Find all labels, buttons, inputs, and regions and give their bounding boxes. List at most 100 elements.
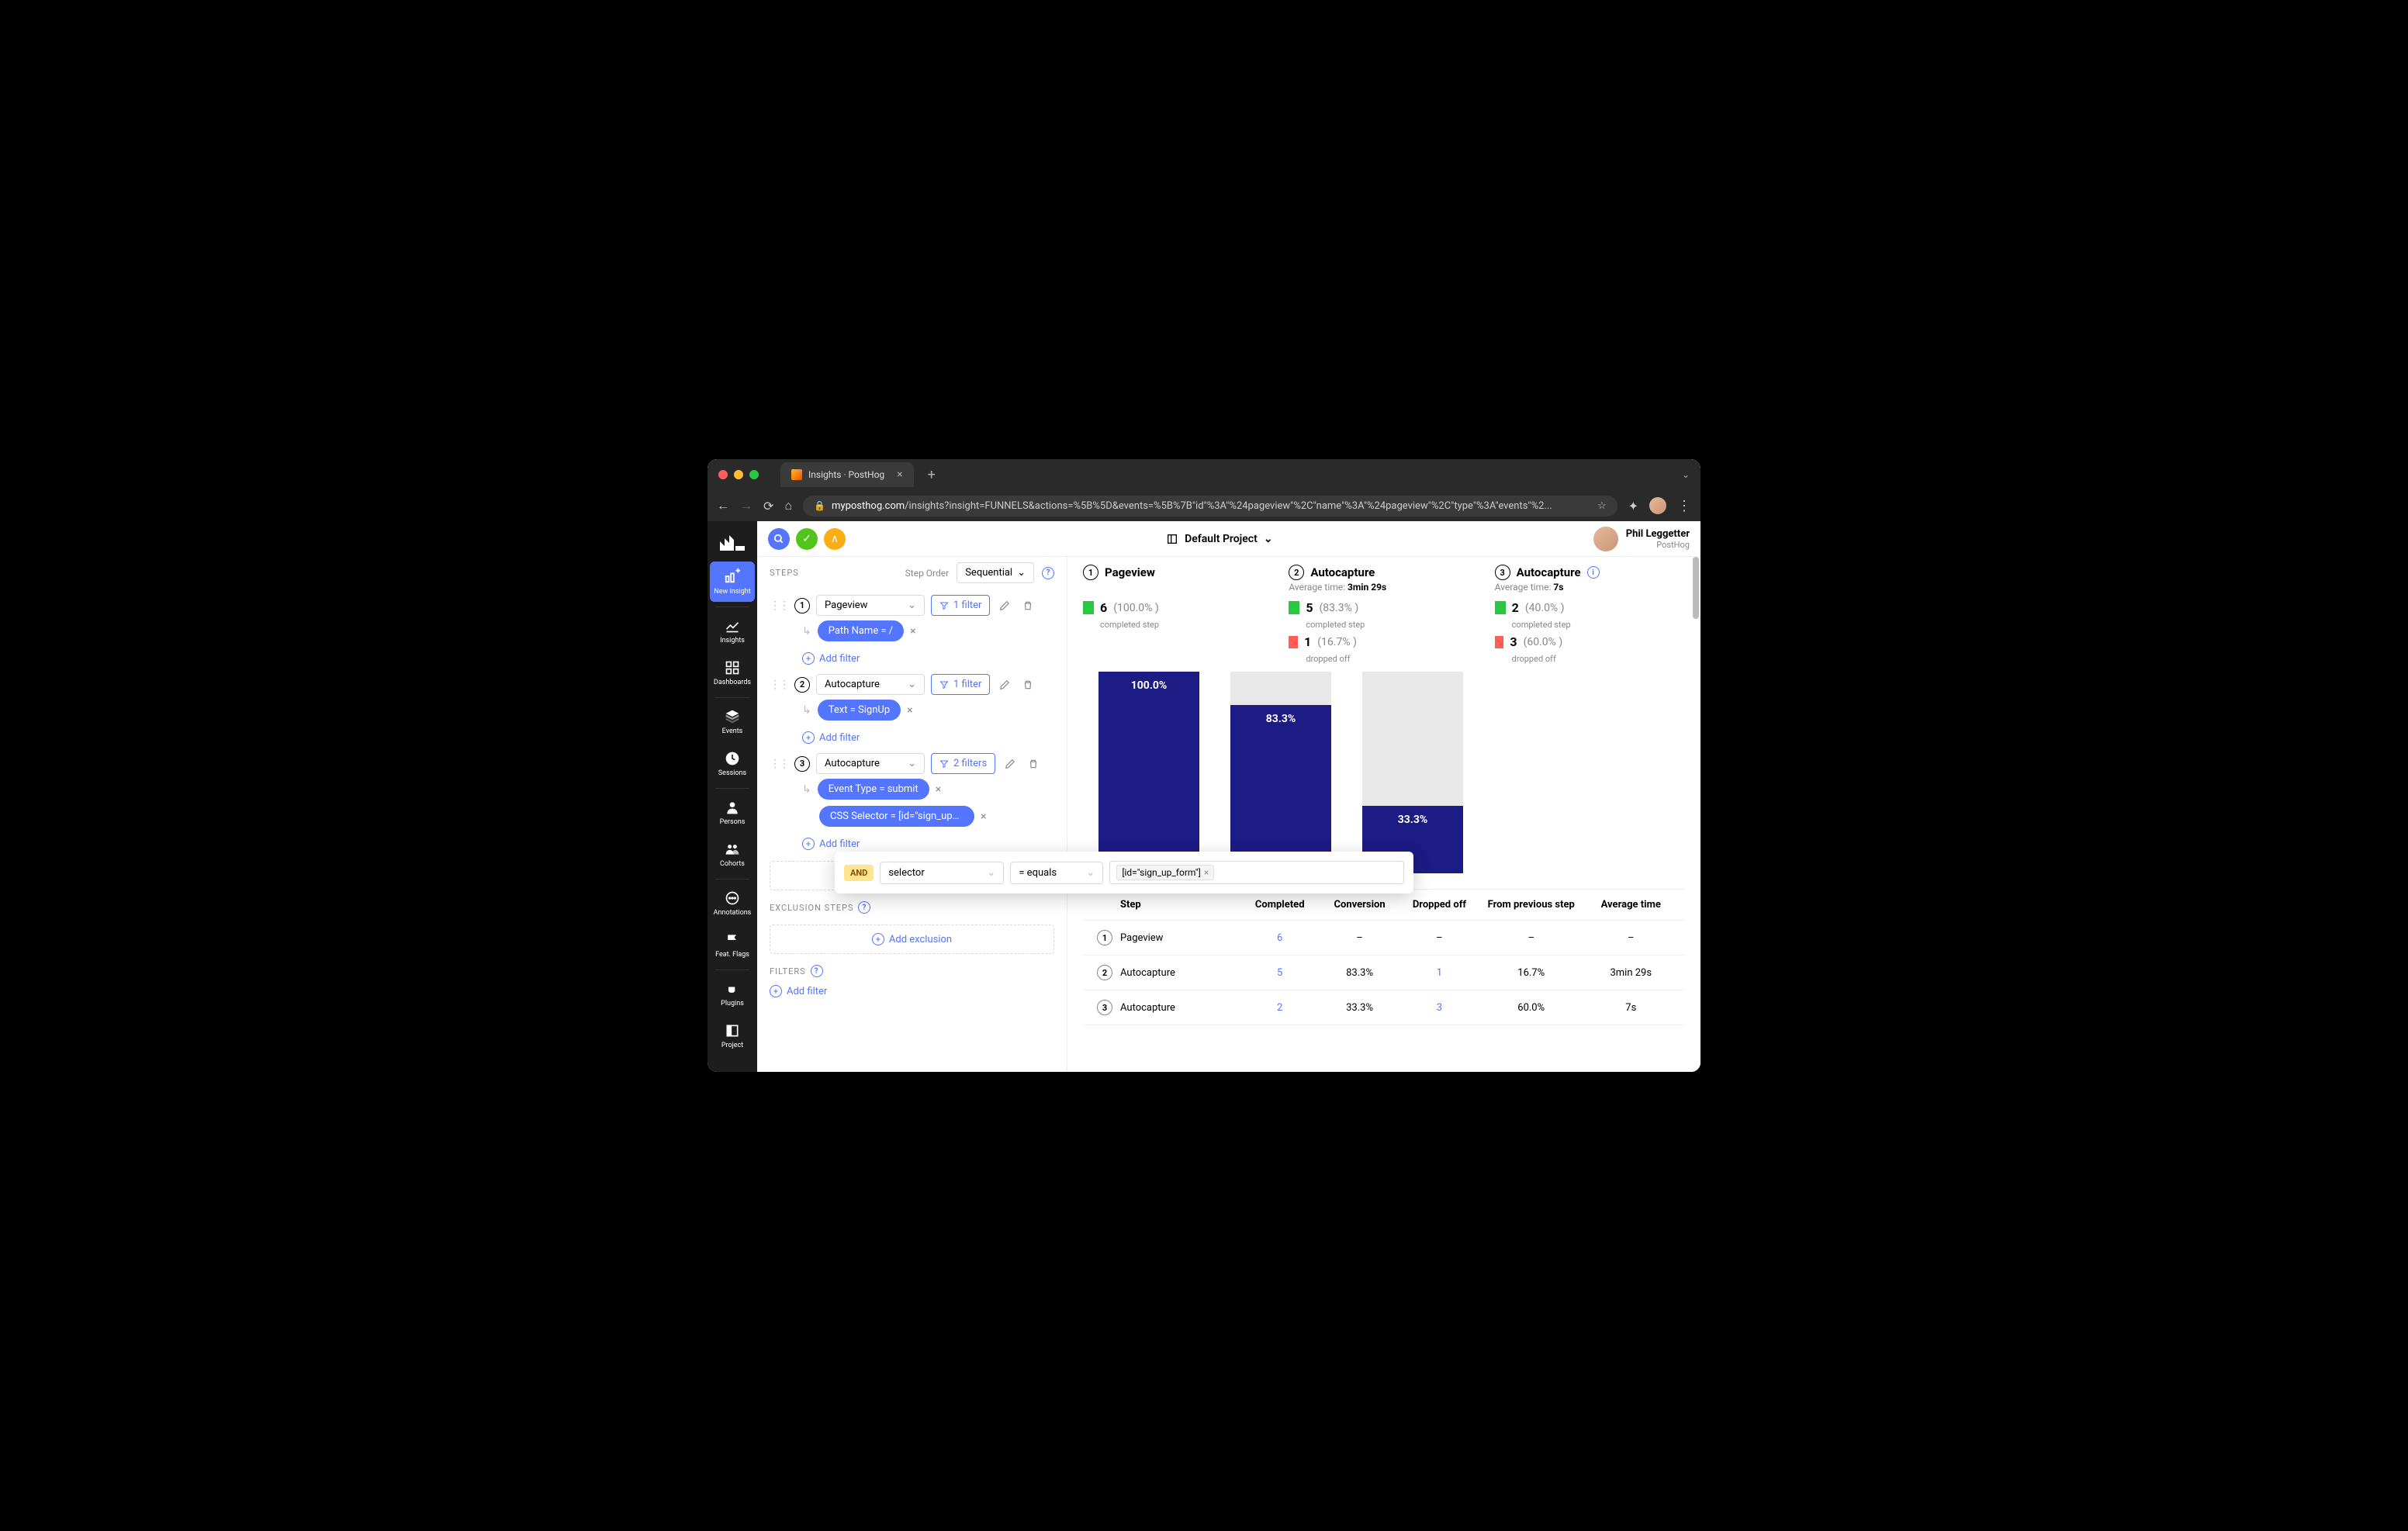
tab-close-icon[interactable]: × — [897, 468, 902, 481]
chevron-down-icon: ⌄ — [908, 758, 916, 769]
scrollbar[interactable] — [1693, 557, 1699, 619]
status-warn-pill[interactable]: ∧ — [824, 528, 846, 550]
funnel-bar[interactable]: 33.3% — [1362, 672, 1463, 873]
sidebar-item-project[interactable]: Project — [710, 1017, 755, 1056]
browser-tab[interactable]: Insights · PostHog × — [780, 462, 914, 487]
sidebar-item-annotations[interactable]: Annotations — [710, 884, 755, 923]
home-button[interactable]: ⌂ — [784, 498, 792, 513]
filter-chip[interactable]: Event Type = submit — [818, 779, 929, 800]
sidebar-item-sessions[interactable]: Sessions — [710, 745, 755, 783]
delete-icon[interactable] — [1019, 676, 1036, 693]
table-row: 2 Autocapture 5 83.3% 1 16.7% 3min 29s — [1083, 956, 1685, 990]
status-ok-pill[interactable]: ✓ — [796, 528, 818, 550]
sidebar-item-plugins[interactable]: Plugins — [710, 975, 755, 1014]
td-prev: – — [1479, 932, 1583, 944]
reload-button[interactable]: ⟳ — [763, 499, 773, 513]
step-number-badge: 2 — [1289, 565, 1304, 580]
info-icon[interactable]: ? — [1042, 567, 1054, 579]
delete-icon[interactable] — [1019, 597, 1036, 614]
drag-handle-icon[interactable]: ⋮⋮ — [770, 600, 788, 612]
filter-chip[interactable]: CSS Selector = [id="sign_up_... — [819, 806, 974, 827]
info-icon[interactable]: ? — [811, 965, 823, 977]
filter-count-button[interactable]: 1 filter — [931, 674, 990, 695]
dropped-link[interactable]: 1 — [1437, 967, 1442, 979]
completed-pct: (83.3% ) — [1320, 602, 1359, 614]
funnel-step-name: Autocapture — [1310, 565, 1375, 579]
sidebar-label: New Insight — [714, 588, 750, 596]
sidebar-item-cohorts[interactable]: Cohorts — [710, 835, 755, 874]
add-filter-button[interactable]: + Add filter — [802, 652, 1054, 665]
sidebar-item-new-insight[interactable]: New Insight — [710, 562, 755, 602]
event-select[interactable]: Autocapture ⌄ — [816, 753, 925, 774]
user-avatar-icon — [1593, 527, 1618, 551]
remove-tag-icon[interactable]: × — [1204, 867, 1209, 878]
operator-select[interactable]: = equals ⌄ — [1010, 862, 1103, 884]
layers-icon — [725, 709, 740, 724]
completed-link[interactable]: 2 — [1277, 1002, 1282, 1014]
filter-count-button[interactable]: 1 filter — [931, 595, 990, 616]
sidebar-item-dashboards[interactable]: Dashboards — [710, 654, 755, 693]
maximize-window-button[interactable] — [749, 470, 759, 479]
dropped-count: 3 — [1510, 634, 1517, 649]
back-button[interactable]: ← — [717, 498, 729, 513]
property-select[interactable]: selector ⌄ — [880, 862, 1004, 884]
minimize-window-button[interactable] — [734, 470, 743, 479]
drag-handle-icon[interactable]: ⋮⋮ — [770, 679, 788, 691]
funnel-bar[interactable]: 100.0% — [1098, 672, 1199, 873]
add-global-filter-button[interactable]: + Add filter — [770, 985, 1054, 997]
info-icon[interactable]: ? — [858, 901, 870, 914]
dropped-pct: (60.0% ) — [1524, 636, 1563, 648]
sidebar-item-events[interactable]: Events — [710, 703, 755, 741]
dropped-link[interactable]: 3 — [1437, 1002, 1442, 1014]
add-filter-button[interactable]: + Add filter — [802, 838, 1054, 850]
exclusion-heading: EXCLUSION STEPS — [770, 903, 853, 913]
bookmark-star-icon[interactable]: ☆ — [1597, 500, 1607, 512]
project-name: Default Project — [1185, 533, 1258, 545]
remove-filter-icon[interactable]: × — [910, 625, 915, 638]
filter-chip[interactable]: Text = SignUp — [818, 700, 901, 721]
sidebar-item-insights[interactable]: Insights — [710, 612, 755, 651]
sidebar-item-persons[interactable]: Persons — [710, 793, 755, 832]
url-field[interactable]: 🔒 myposthog.com/insights?insight=FUNNELS… — [803, 496, 1617, 517]
filter-chip[interactable]: Path Name = / — [818, 620, 904, 641]
new-tab-button[interactable]: + — [928, 467, 936, 483]
drag-handle-icon[interactable]: ⋮⋮ — [770, 758, 788, 770]
chevron-down-icon[interactable]: ⌄ — [1682, 469, 1690, 480]
forward-button[interactable]: → — [740, 498, 752, 513]
plus-circle-icon: + — [770, 985, 782, 997]
edit-icon[interactable] — [1002, 755, 1019, 772]
remove-filter-icon[interactable]: × — [981, 810, 986, 823]
edit-icon[interactable] — [996, 676, 1013, 693]
event-select[interactable]: Autocapture ⌄ — [816, 674, 925, 695]
remove-filter-icon[interactable]: × — [907, 704, 912, 717]
add-filter-button[interactable]: + Add filter — [802, 731, 1054, 744]
info-icon[interactable]: i — [1587, 566, 1600, 579]
filter-count-button[interactable]: 2 filters — [931, 753, 995, 774]
funnel-bar[interactable]: 83.3% — [1230, 672, 1331, 873]
completed-link[interactable]: 6 — [1277, 932, 1282, 944]
search-pill-button[interactable] — [768, 528, 790, 550]
funnel-table: Step Completed Conversion Dropped off Fr… — [1083, 889, 1685, 1025]
edit-icon[interactable] — [996, 597, 1013, 614]
project-selector[interactable]: Default Project ⌄ — [1166, 533, 1272, 545]
profile-avatar-icon[interactable] — [1649, 497, 1666, 514]
close-window-button[interactable] — [718, 470, 728, 479]
plus-circle-icon: + — [802, 731, 815, 744]
extensions-icon[interactable]: ✦ — [1628, 499, 1638, 513]
add-exclusion-button[interactable]: + Add exclusion — [770, 924, 1054, 954]
sidebar-item-feature-flags[interactable]: Feat. Flags — [710, 926, 755, 965]
chevron-down-icon: ⌄ — [908, 679, 916, 690]
remove-filter-icon[interactable]: × — [936, 783, 941, 796]
event-select[interactable]: Pageview ⌄ — [816, 595, 925, 616]
kebab-menu-icon[interactable]: ⋮ — [1677, 498, 1691, 514]
value-input[interactable]: [id="sign_up_form"] × — [1109, 861, 1404, 884]
td-step: Autocapture — [1120, 1002, 1240, 1014]
completed-link[interactable]: 5 — [1277, 967, 1282, 979]
td-step: Pageview — [1120, 932, 1240, 944]
step-order-select[interactable]: Sequential ⌄ — [957, 562, 1034, 583]
plus-circle-icon: + — [802, 652, 815, 665]
user-menu[interactable]: Phil Leggetter PostHog — [1593, 527, 1690, 551]
step-number-badge: 2 — [1097, 965, 1112, 980]
delete-icon[interactable] — [1025, 755, 1042, 772]
completed-count: 2 — [1512, 600, 1519, 615]
